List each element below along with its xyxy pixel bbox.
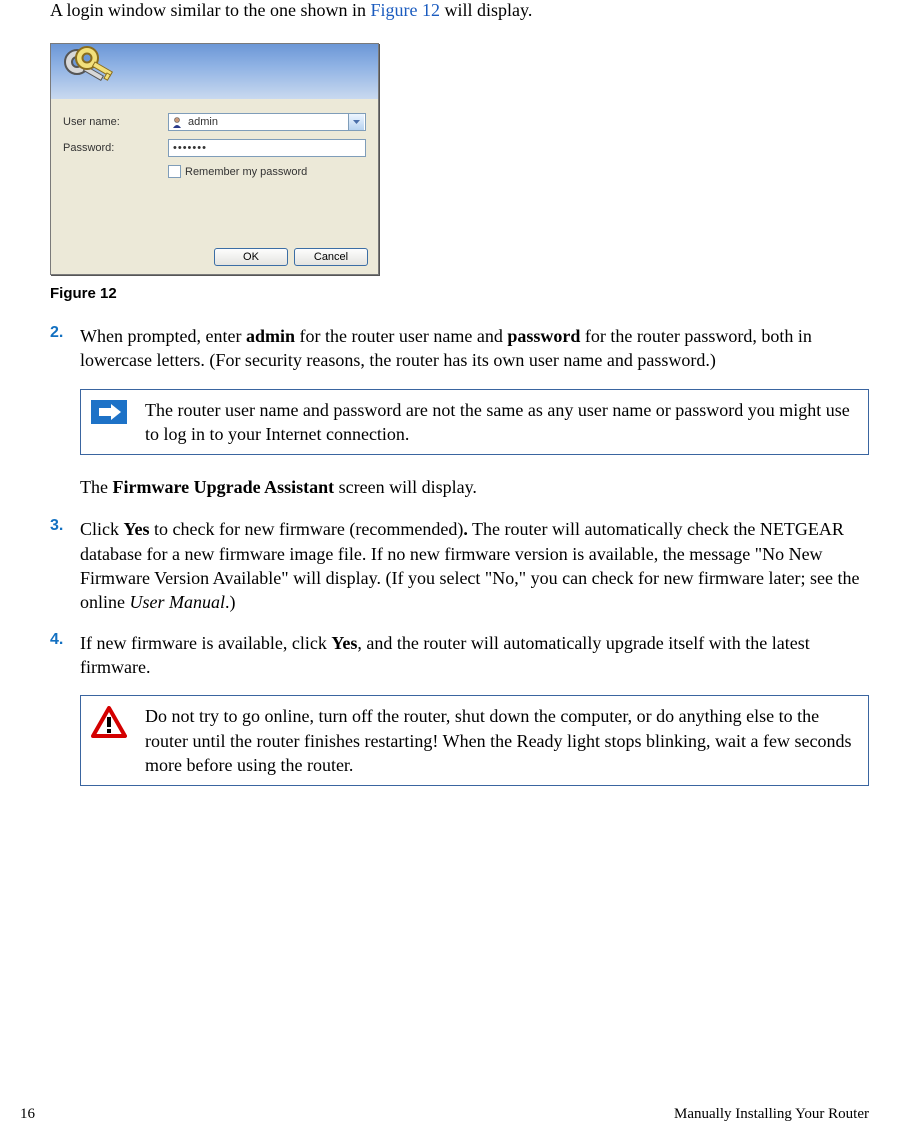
username-row: User name: admin bbox=[63, 113, 366, 131]
section-title: Manually Installing Your Router bbox=[674, 1106, 869, 1123]
password-label: Password: bbox=[63, 142, 168, 154]
step-3-body: Click Yes to check for new firmware (rec… bbox=[80, 517, 869, 614]
intro-text-post: will display. bbox=[440, 0, 532, 20]
s3-t2: to check for new firmware (recommended) bbox=[150, 519, 464, 539]
step-2-number: 2. bbox=[50, 324, 80, 373]
login-window-header bbox=[51, 44, 378, 99]
firmware-assistant-sentence: The Firmware Upgrade Assistant screen wi… bbox=[80, 475, 869, 499]
page-number: 16 bbox=[20, 1106, 35, 1123]
step2-b1: admin bbox=[246, 326, 295, 346]
remember-checkbox[interactable] bbox=[168, 165, 181, 178]
username-label: User name: bbox=[63, 116, 168, 128]
step-3-number: 3. bbox=[50, 517, 80, 614]
note-arrow-icon bbox=[91, 400, 127, 429]
user-head-icon bbox=[170, 115, 184, 129]
s3-b1: Yes bbox=[124, 519, 150, 539]
password-row: Password: ••••••• bbox=[63, 139, 366, 157]
s3-i1: User Manual bbox=[130, 592, 226, 612]
step2-b2: password bbox=[507, 326, 580, 346]
mid-t1: The bbox=[80, 477, 112, 497]
remember-row: Remember my password bbox=[168, 165, 366, 178]
step-2: 2. When prompted, enter admin for the ro… bbox=[50, 324, 869, 373]
figure-12-link[interactable]: Figure 12 bbox=[370, 0, 440, 20]
mid-t2: screen will display. bbox=[334, 477, 477, 497]
step-4: 4. If new firmware is available, click Y… bbox=[50, 631, 869, 680]
intro-paragraph: A login window similar to the one shown … bbox=[50, 0, 869, 21]
step-2-body: When prompted, enter admin for the route… bbox=[80, 324, 869, 373]
intro-text-pre: A login window similar to the one shown … bbox=[50, 0, 370, 20]
warning-text: Do not try to go online, turn off the ro… bbox=[145, 704, 854, 777]
page-footer: 16 Manually Installing Your Router bbox=[0, 1106, 899, 1123]
s4-t1: If new firmware is available, click bbox=[80, 633, 331, 653]
note-text: The router user name and password are no… bbox=[145, 398, 854, 447]
username-dropdown-button[interactable] bbox=[348, 114, 364, 130]
figure-caption: Figure 12 bbox=[50, 285, 869, 302]
step2-t2: for the router user name and bbox=[295, 326, 507, 346]
step-3: 3. Click Yes to check for new firmware (… bbox=[50, 517, 869, 614]
mid-b: Firmware Upgrade Assistant bbox=[112, 477, 334, 497]
keys-icon bbox=[57, 40, 121, 98]
s3-t4: .) bbox=[225, 592, 236, 612]
password-dots: ••••••• bbox=[173, 142, 207, 154]
step-4-number: 4. bbox=[50, 631, 80, 680]
remember-label: Remember my password bbox=[185, 166, 307, 178]
s4-b1: Yes bbox=[331, 633, 357, 653]
warning-callout: Do not try to go online, turn off the ro… bbox=[80, 695, 869, 786]
step2-t1: When prompted, enter bbox=[80, 326, 246, 346]
note-callout: The router user name and password are no… bbox=[80, 389, 869, 456]
login-window: User name: admin Password: ••••••• bbox=[50, 43, 379, 275]
ok-button[interactable]: OK bbox=[214, 248, 288, 266]
cancel-button[interactable]: Cancel bbox=[294, 248, 368, 266]
s3-t1: Click bbox=[80, 519, 124, 539]
username-value: admin bbox=[188, 116, 348, 128]
warning-icon bbox=[91, 706, 127, 743]
step-4-body: If new firmware is available, click Yes,… bbox=[80, 631, 869, 680]
password-input[interactable]: ••••••• bbox=[168, 139, 366, 157]
login-actions: OK Cancel bbox=[214, 248, 368, 266]
chevron-down-icon bbox=[353, 120, 360, 124]
username-combo[interactable]: admin bbox=[168, 113, 366, 131]
